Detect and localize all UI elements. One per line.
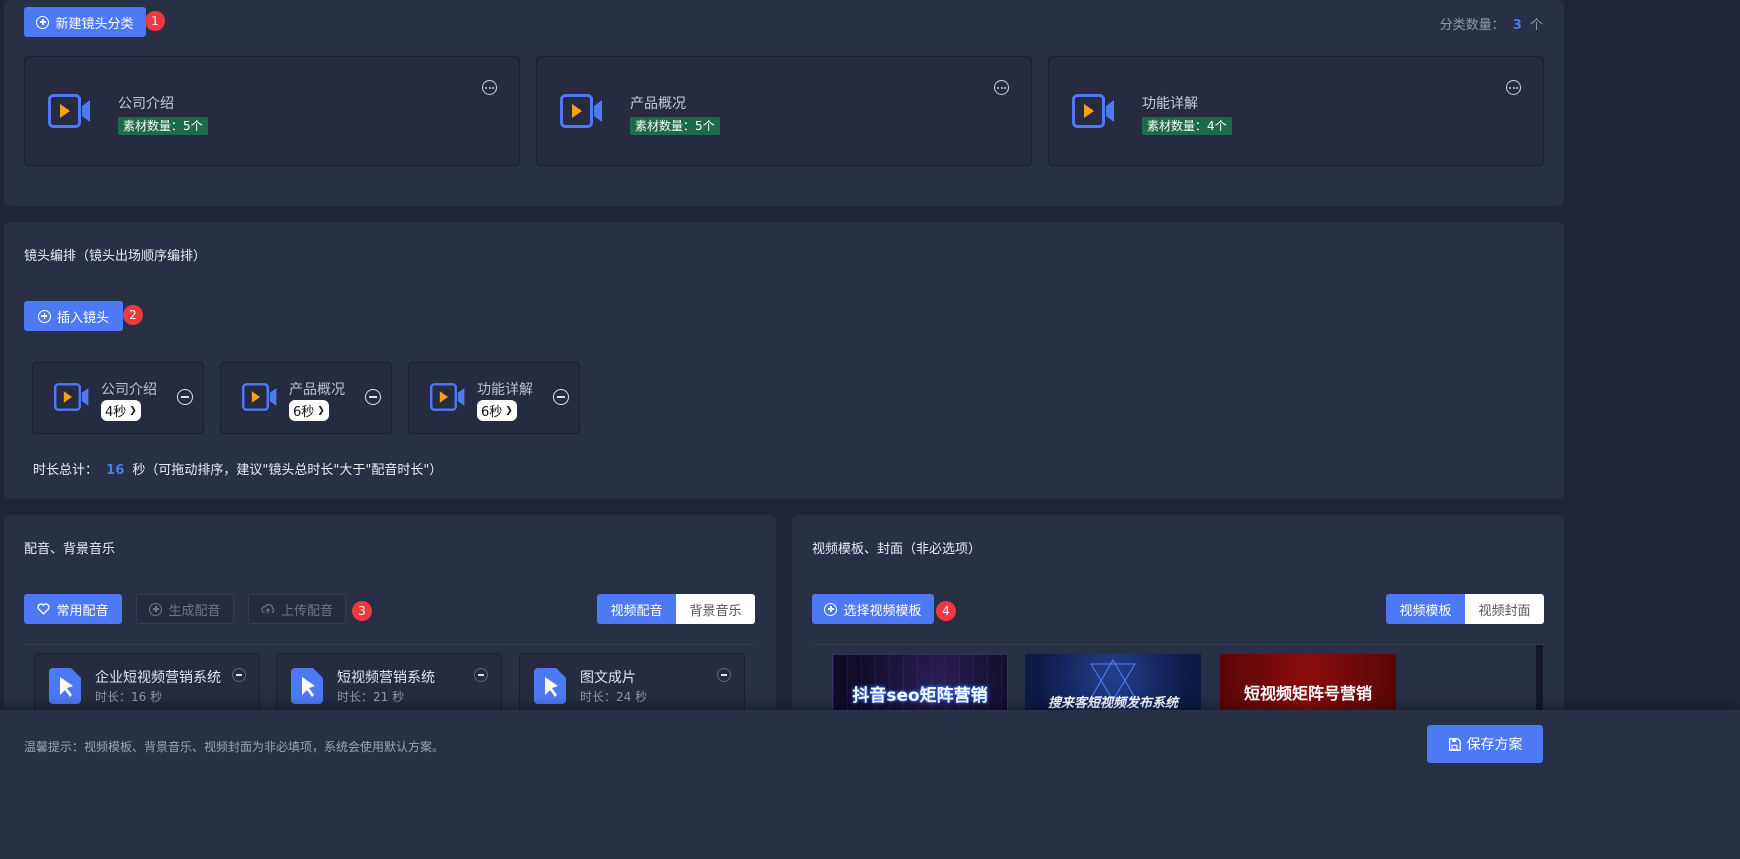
audio-tabs: 视频配音 背景音乐 bbox=[597, 594, 755, 624]
cloud-upload-icon bbox=[261, 604, 275, 614]
tab-video-voice[interactable]: 视频配音 bbox=[597, 594, 676, 624]
footer-bar: 温馨提示：视频模板、背景音乐、视频封面为非必填项，系统会使用默认方案。 保存方案 bbox=[0, 710, 1740, 859]
plus-circle-icon bbox=[37, 309, 51, 323]
audio-duration: 时长：16 秒 bbox=[95, 690, 163, 704]
category-panel: 新建镜头分类 1 分类数量： 3 个 公司介绍 素材数量：5个 产品概况 素材数… bbox=[4, 0, 1564, 206]
divider bbox=[24, 644, 756, 645]
chevron-down-icon: ❯ bbox=[317, 405, 325, 416]
heart-icon bbox=[37, 603, 51, 615]
shot-card[interactable]: 公司介绍 4秒 ❯ bbox=[32, 362, 204, 434]
video-camera-icon bbox=[48, 94, 90, 128]
insert-shot-button[interactable]: 插入镜头 bbox=[24, 301, 123, 331]
material-count-badge: 素材数量：4个 bbox=[1142, 117, 1232, 135]
upload-voice-button[interactable]: 上传配音 bbox=[248, 594, 346, 624]
video-camera-icon bbox=[242, 383, 277, 411]
material-count-badge: 素材数量：5个 bbox=[118, 117, 208, 135]
shot-card[interactable]: 功能详解 6秒 ❯ bbox=[408, 362, 580, 434]
section-title: 镜头编排（镜头出场顺序编排） bbox=[24, 249, 207, 264]
select-template-button[interactable]: 选择视频模板 bbox=[812, 594, 934, 624]
step-badge-2: 2 bbox=[123, 305, 143, 325]
shot-name: 产品概况 bbox=[289, 382, 345, 398]
total-duration: 时长总计： 16 秒（可拖动排序，建议"镜头总时长"大于"配音时长"） bbox=[33, 463, 443, 478]
plus-circle-icon bbox=[149, 602, 163, 616]
audio-name: 短视频营销系统 bbox=[337, 670, 435, 686]
chevron-down-icon: ❯ bbox=[505, 405, 513, 416]
step-badge-4: 4 bbox=[936, 601, 956, 621]
save-plan-button[interactable]: 保存方案 bbox=[1427, 725, 1543, 763]
footer-tip: 温馨提示：视频模板、背景音乐、视频封面为非必填项，系统会使用默认方案。 bbox=[24, 740, 445, 754]
tab-video-template[interactable]: 视频模板 bbox=[1386, 594, 1465, 624]
template-title: 短视频矩阵号营销 bbox=[1243, 684, 1372, 703]
remove-audio-icon[interactable] bbox=[474, 668, 488, 682]
tab-video-cover[interactable]: 视频封面 bbox=[1465, 594, 1544, 624]
step-badge-1: 1 bbox=[145, 11, 165, 31]
save-icon bbox=[1448, 737, 1461, 751]
category-name: 产品概况 bbox=[630, 96, 686, 112]
duration-select[interactable]: 6秒 ❯ bbox=[289, 400, 329, 421]
section-title: 视频模板、封面（非必选项） bbox=[812, 542, 982, 557]
template-title: 抖音seo矩阵营销 bbox=[852, 686, 988, 706]
category-card[interactable]: 公司介绍 素材数量：5个 bbox=[24, 56, 520, 166]
category-card[interactable]: 功能详解 素材数量：4个 bbox=[1048, 56, 1544, 166]
shot-name: 功能详解 bbox=[477, 382, 533, 398]
video-camera-icon bbox=[1072, 94, 1114, 128]
audio-file-icon bbox=[49, 668, 81, 704]
audio-name: 图文成片 bbox=[580, 670, 636, 686]
tab-background-music[interactable]: 背景音乐 bbox=[676, 594, 755, 624]
chevron-down-icon: ❯ bbox=[129, 405, 137, 416]
shot-arrangement-panel: 镜头编排（镜头出场顺序编排） 插入镜头 2 公司介绍 4秒 ❯ 产品概况 6秒 … bbox=[4, 222, 1564, 499]
template-tabs: 视频模板 视频封面 bbox=[1386, 594, 1544, 624]
common-voice-button[interactable]: 常用配音 bbox=[24, 594, 122, 624]
audio-file-icon bbox=[291, 668, 323, 704]
audio-file-icon bbox=[534, 668, 566, 704]
remove-audio-icon[interactable] bbox=[717, 668, 731, 682]
remove-shot-icon[interactable] bbox=[177, 389, 193, 405]
duration-select[interactable]: 6秒 ❯ bbox=[477, 400, 517, 421]
remove-audio-icon[interactable] bbox=[232, 668, 246, 682]
category-count: 分类数量： 3 个 bbox=[1439, 18, 1543, 33]
duration-select[interactable]: 4秒 ❯ bbox=[101, 400, 141, 421]
video-camera-icon bbox=[54, 383, 89, 411]
more-options-icon[interactable] bbox=[994, 80, 1009, 95]
template-title: 搜来客短视频发布系统 bbox=[1047, 696, 1178, 711]
video-camera-icon bbox=[430, 383, 465, 411]
remove-shot-icon[interactable] bbox=[365, 389, 381, 405]
plus-circle-icon bbox=[824, 602, 838, 616]
plus-circle-icon bbox=[36, 15, 50, 29]
audio-duration: 时长：21 秒 bbox=[337, 690, 405, 704]
step-badge-3: 3 bbox=[352, 601, 372, 621]
more-options-icon[interactable] bbox=[482, 80, 497, 95]
shot-card[interactable]: 产品概况 6秒 ❯ bbox=[220, 362, 392, 434]
more-options-icon[interactable] bbox=[1506, 80, 1521, 95]
category-name: 公司介绍 bbox=[118, 96, 174, 112]
video-camera-icon bbox=[560, 94, 602, 128]
shot-name: 公司介绍 bbox=[101, 382, 157, 398]
remove-shot-icon[interactable] bbox=[553, 389, 569, 405]
audio-name: 企业短视频营销系统 bbox=[95, 670, 221, 686]
section-title: 配音、背景音乐 bbox=[24, 542, 116, 557]
audio-duration: 时长：24 秒 bbox=[580, 690, 648, 704]
divider bbox=[812, 644, 1544, 645]
generate-voice-button[interactable]: 生成配音 bbox=[136, 594, 234, 624]
new-category-button[interactable]: 新建镜头分类 bbox=[24, 7, 146, 37]
category-card[interactable]: 产品概况 素材数量：5个 bbox=[536, 56, 1032, 166]
category-name: 功能详解 bbox=[1142, 96, 1198, 112]
material-count-badge: 素材数量：5个 bbox=[630, 117, 720, 135]
